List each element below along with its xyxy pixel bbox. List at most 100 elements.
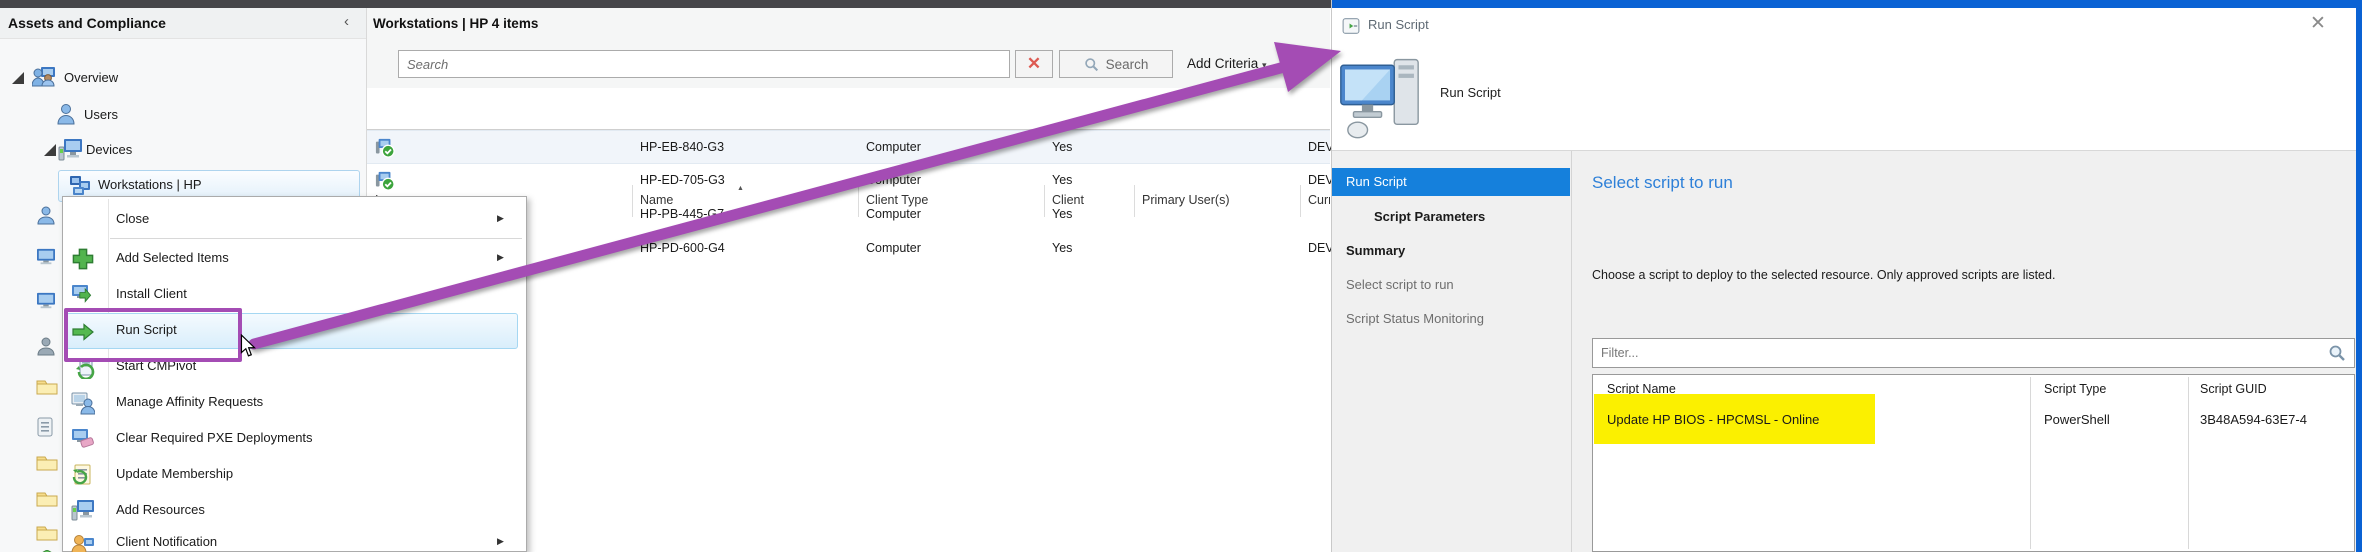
menu-separator	[110, 238, 522, 239]
menu-item-label: Client Notification	[116, 534, 217, 549]
column-divider	[2030, 377, 2031, 549]
dialog-title-bar[interactable]: Run Script ✕	[1332, 8, 2356, 44]
cell-client: Yes	[1052, 207, 1072, 221]
dialog-top-border	[1332, 0, 2362, 8]
menu-item-label: Install Client	[116, 286, 187, 301]
sidebar-header: Assets and Compliance ‹	[0, 8, 366, 39]
nav-item-label: Run Script	[1346, 174, 1407, 189]
list-column-header-row: ▲ Icon Name Client Type Client Primary U…	[367, 96, 1330, 130]
cell-script-type: PowerShell	[2044, 412, 2110, 427]
sidebar-item-devices[interactable]: Devices	[86, 142, 132, 157]
search-button-label: Search	[1106, 57, 1149, 72]
device-icon	[36, 248, 56, 266]
column-header-script-guid[interactable]: Script GUID	[2200, 382, 2267, 396]
menu-item-label: Add Selected Items	[116, 250, 229, 265]
dialog-body: Run Script Script Parameters Summary Sel…	[1332, 151, 2356, 552]
sidebar-item-overview[interactable]: Overview	[64, 70, 118, 85]
clear-search-button[interactable]: ✕	[1015, 50, 1053, 78]
search-button[interactable]: Search	[1059, 50, 1173, 78]
cell-name: HP-EB-840-G3	[640, 140, 724, 154]
script-table-row[interactable]: Update HP BIOS - HPCMSL - Online PowerSh…	[1593, 405, 2354, 439]
clear-search-icon: ✕	[1027, 54, 1041, 74]
menu-item-client-notification[interactable]: Client Notification ▶	[63, 529, 526, 552]
sidebar-item-users[interactable]: Users	[84, 107, 118, 122]
screenshot-root: Assets and Compliance ‹ Overview Users D…	[0, 0, 2362, 552]
affinity-icon	[71, 391, 95, 415]
menu-item-clear-required-pxe-deployments[interactable]: Clear Required PXE Deployments	[63, 421, 526, 457]
list-panel-title: Workstations | HP 4 items	[373, 16, 538, 31]
menu-item-add-selected-items[interactable]: Add Selected Items ▶	[63, 241, 526, 277]
dialog-title: Run Script	[1368, 17, 1429, 32]
user-icon	[36, 336, 56, 356]
cell-client-type: Computer	[866, 207, 921, 221]
folder-icon	[36, 378, 58, 396]
user-icon	[56, 103, 77, 125]
run-script-dialog: Run Script ✕ Run Script Run Script Scrip…	[1331, 0, 2362, 552]
membership-icon	[71, 463, 95, 487]
page-description: Choose a script to deploy to the selecte…	[1592, 268, 2055, 282]
menu-item-close[interactable]: Close ▶	[63, 203, 526, 237]
table-row[interactable]: HP-ED-705-G3 Computer Yes DEV	[367, 164, 1330, 198]
wizard-nav-item-select-script[interactable]: Select script to run	[1346, 277, 1454, 292]
dialog-header-title: Run Script	[1440, 85, 1501, 100]
menu-item-manage-affinity-requests[interactable]: Manage Affinity Requests	[63, 385, 526, 421]
clipboard-icon	[36, 416, 54, 438]
expander-icon[interactable]	[12, 72, 24, 84]
submenu-arrow-icon: ▶	[497, 536, 504, 547]
search-icon	[2328, 344, 2346, 362]
menu-item-label: Close	[116, 211, 149, 226]
window-top-strip	[0, 0, 1331, 8]
search-box	[398, 50, 1010, 78]
cell-client-type: Computer	[866, 140, 921, 154]
menu-item-add-resources[interactable]: Add Resources	[63, 493, 526, 529]
add-criteria-button[interactable]: Add Criteria ▾	[1187, 56, 1267, 71]
cell-client: Yes	[1052, 241, 1072, 255]
menu-item-label: Update Membership	[116, 466, 233, 481]
expander-icon[interactable]	[44, 144, 56, 156]
computer-check-icon	[375, 171, 395, 191]
run-script-computer-icon	[1338, 54, 1428, 144]
script-filter-input[interactable]	[1593, 339, 2293, 367]
nav-content-divider	[1571, 151, 1572, 552]
wizard-nav-item-script-status-monitoring[interactable]: Script Status Monitoring	[1346, 311, 1484, 326]
run-script-window-icon	[1342, 17, 1360, 35]
resources-icon	[71, 499, 95, 523]
add-criteria-label: Add Criteria	[1187, 56, 1258, 71]
mouse-cursor-icon	[240, 334, 256, 358]
notification-icon	[71, 532, 95, 552]
column-header-script-type[interactable]: Script Type	[2044, 382, 2106, 396]
cell-name: HP-PB-445-G7	[640, 207, 724, 221]
submenu-arrow-icon: ▶	[497, 252, 504, 263]
table-row[interactable]: HP-EB-840-G3 Computer Yes DEV	[367, 130, 1330, 164]
annotation-box-run-script	[64, 308, 242, 362]
cell-name: HP-PD-600-G4	[640, 241, 725, 255]
folder-icon	[36, 524, 58, 542]
install-client-icon	[71, 283, 95, 307]
wizard-nav-item-script-parameters[interactable]: Script Parameters	[1374, 209, 1485, 224]
script-filter-box	[1592, 338, 2355, 368]
menu-item-label: Manage Affinity Requests	[116, 394, 263, 409]
wizard-nav-item-summary[interactable]: Summary	[1346, 243, 1405, 258]
menu-item-update-membership[interactable]: Update Membership	[63, 457, 526, 493]
cell-name: HP-ED-705-G3	[640, 173, 725, 187]
cell-script-name: Update HP BIOS - HPCMSL - Online	[1607, 412, 1819, 427]
device-icon	[36, 292, 56, 310]
devices-icon	[58, 138, 83, 161]
chevron-down-icon: ▾	[1262, 60, 1267, 70]
pxe-eraser-icon	[71, 427, 95, 451]
wizard-nav-item-run-script[interactable]: Run Script	[1332, 168, 1570, 196]
sidebar-title: Assets and Compliance	[8, 15, 166, 31]
column-divider	[2188, 377, 2189, 549]
collapse-pane-icon[interactable]: ‹	[344, 13, 349, 30]
sidebar-item-workstations-hp[interactable]: Workstations | HP	[98, 177, 202, 192]
cell-client-type: Computer	[866, 173, 921, 187]
cell-client-type: Computer	[866, 241, 921, 255]
menu-item-label: Add Resources	[116, 502, 205, 517]
search-input[interactable]	[399, 51, 1009, 77]
context-menu: Close ▶ Add Selected Items ▶ Install Cli…	[62, 196, 527, 552]
close-icon[interactable]: ✕	[2310, 12, 2326, 35]
add-icon	[71, 247, 95, 271]
cell-client: Yes	[1052, 173, 1072, 187]
script-table: Script Name Script Type Script GUID Upda…	[1592, 374, 2355, 552]
submenu-arrow-icon: ▶	[497, 213, 504, 224]
